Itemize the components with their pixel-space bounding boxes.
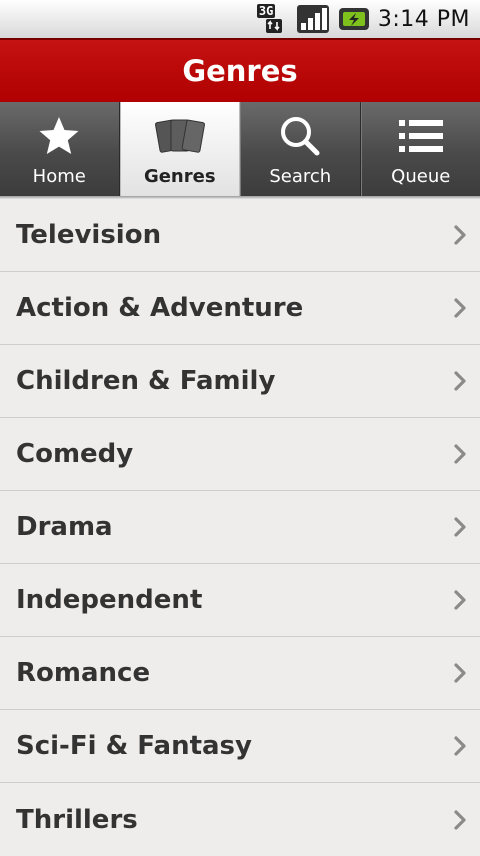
list-item-label: Thrillers	[16, 805, 138, 835]
status-bar: 3G 3:14 PM	[0, 0, 480, 38]
list-icon	[398, 112, 444, 160]
battery-charging-icon	[338, 7, 370, 31]
tab-queue[interactable]: Queue	[361, 102, 480, 196]
list-item-television[interactable]: Television	[0, 199, 480, 272]
tab-home[interactable]: Home	[0, 102, 120, 196]
star-icon	[37, 112, 81, 160]
list-item-comedy[interactable]: Comedy	[0, 418, 480, 491]
list-item-label: Action & Adventure	[16, 293, 303, 323]
cards-icon	[154, 112, 206, 160]
chevron-right-icon	[452, 661, 468, 685]
tab-label: Queue	[391, 166, 450, 187]
list-item-label: Sci-Fi & Fantasy	[16, 731, 252, 761]
list-item-independent[interactable]: Independent	[0, 564, 480, 637]
tab-search[interactable]: Search	[240, 102, 361, 196]
tab-label: Home	[33, 166, 86, 187]
genre-list: Television Action & Adventure Children &…	[0, 199, 480, 856]
list-item-label: Television	[16, 220, 161, 250]
title-bar: Genres	[0, 38, 480, 102]
tab-bar: Home Genres Search	[0, 102, 480, 196]
list-item-label: Children & Family	[16, 366, 275, 396]
chevron-right-icon	[452, 734, 468, 758]
chevron-right-icon	[452, 515, 468, 539]
chevron-right-icon	[452, 223, 468, 247]
list-item-children-family[interactable]: Children & Family	[0, 345, 480, 418]
list-item-label: Romance	[16, 658, 150, 688]
page-title: Genres	[182, 54, 297, 88]
signal-strength-icon	[296, 4, 330, 34]
list-item-label: Comedy	[16, 439, 133, 469]
list-item-sci-fi-fantasy[interactable]: Sci-Fi & Fantasy	[0, 710, 480, 783]
chevron-right-icon	[452, 442, 468, 466]
clock: 3:14 PM	[378, 7, 470, 32]
list-item-label: Drama	[16, 512, 113, 542]
list-item-label: Independent	[16, 585, 202, 615]
list-item-action-adventure[interactable]: Action & Adventure	[0, 272, 480, 345]
chevron-right-icon	[452, 808, 468, 832]
list-item-drama[interactable]: Drama	[0, 491, 480, 564]
chevron-right-icon	[452, 588, 468, 612]
network-3g-icon: 3G	[256, 4, 288, 34]
list-item-thrillers[interactable]: Thrillers	[0, 783, 480, 856]
tab-label: Search	[269, 166, 331, 187]
chevron-right-icon	[452, 296, 468, 320]
chevron-right-icon	[452, 369, 468, 393]
tab-genres[interactable]: Genres	[120, 102, 241, 196]
list-item-romance[interactable]: Romance	[0, 637, 480, 710]
tab-label: Genres	[144, 166, 216, 187]
search-icon	[278, 112, 322, 160]
